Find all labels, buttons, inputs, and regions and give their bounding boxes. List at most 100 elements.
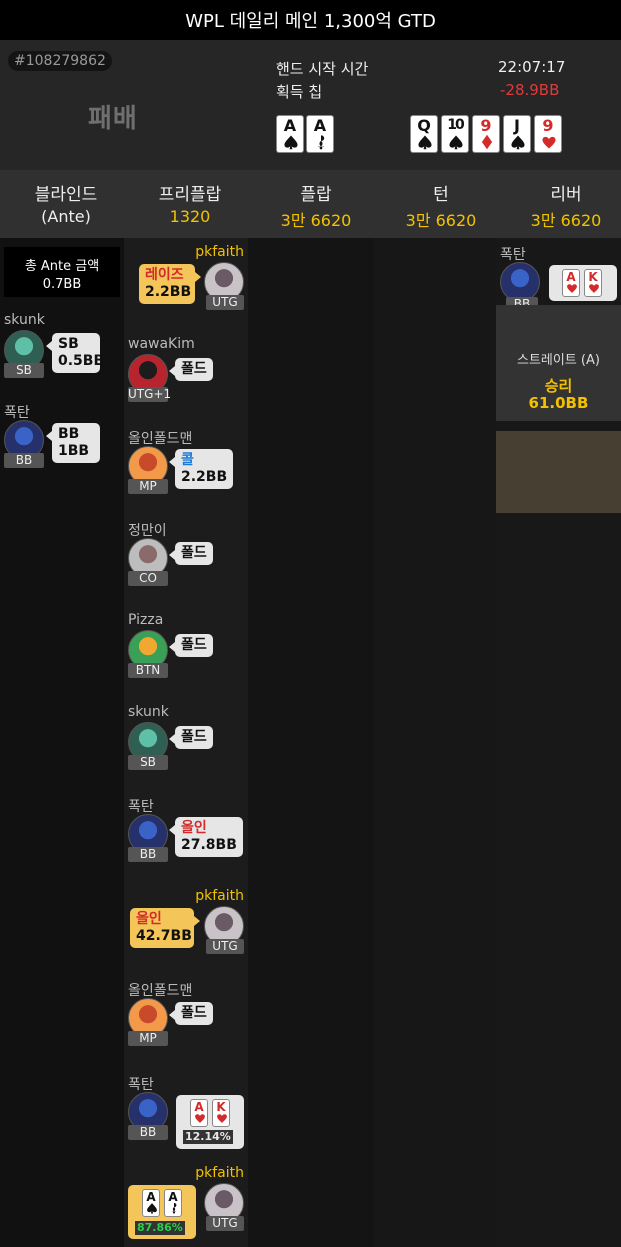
position-badge: MP (128, 479, 168, 494)
spade-icon (511, 135, 525, 150)
player-name: Pizza (128, 612, 164, 628)
heart-icon (567, 284, 577, 293)
action-bubble: 폴드 (169, 634, 213, 657)
spade-icon (147, 1203, 157, 1214)
player-name: 올인폴드맨 (128, 983, 193, 999)
action-amount: 2.2BB (145, 284, 192, 300)
player-name: pkfaith (195, 888, 244, 904)
card-rank: A (283, 116, 297, 135)
action-amount: 2.2BB (181, 469, 228, 485)
position-badge: CO (128, 571, 168, 586)
action-bubble: 폴드 (169, 358, 213, 381)
position-badge: UTG (206, 295, 244, 310)
page-title: WPL 데일리 메인 1,300억 GTD (185, 11, 436, 32)
action-label: 폴드 (181, 637, 207, 653)
action-label: 올인 (181, 820, 207, 836)
action-label: 레이즈 (145, 267, 184, 283)
playing-card: 9 (472, 115, 500, 153)
club-icon (317, 135, 325, 150)
playing-card: A (190, 1099, 208, 1127)
action-label: 콜 (181, 452, 194, 468)
street-turn: 턴 3만 6620 (405, 185, 477, 230)
position-badge: UTG (206, 939, 244, 954)
position-badge: BTN (128, 663, 168, 678)
heart-icon (542, 136, 556, 149)
blinds-column (0, 238, 124, 1247)
winning-hand-name: 스트레이트 (A) (517, 353, 600, 368)
street-river: 리버 3만 6620 (530, 185, 602, 230)
action-bubble: 올인 27.8BB (169, 817, 243, 857)
position-badge: MP (128, 1031, 168, 1046)
loser-box (496, 431, 621, 513)
player-name: 폭탄 (4, 405, 30, 421)
spade-icon (449, 135, 463, 150)
ante-value: 0.7BB (42, 277, 82, 292)
card-rank: 9 (542, 116, 554, 135)
playing-card: A (276, 115, 304, 153)
spade-icon (284, 135, 298, 150)
position-badge: BB (128, 847, 168, 862)
player-name: wawaKim (128, 336, 195, 352)
winner-hole-cards (549, 265, 617, 301)
heart-icon (589, 284, 599, 293)
spade-icon (418, 135, 432, 150)
hand-id-badge: #108279862 (8, 51, 112, 71)
heart-icon (195, 1114, 205, 1123)
card-rank: A (313, 116, 327, 135)
playing-card: J (503, 115, 531, 153)
playing-card: K (212, 1099, 230, 1127)
card-rank: J (514, 116, 520, 135)
action-bubble: 폴드 (169, 542, 213, 565)
chips-value: -28.9BB (500, 81, 560, 99)
action-bubble: 폴드 (169, 1002, 213, 1025)
card-rank: 10 (447, 117, 464, 133)
action-bubble: 폴드 (169, 726, 213, 749)
playing-card: A (142, 1189, 160, 1217)
club-icon (171, 1203, 177, 1214)
flop-column (248, 238, 374, 1247)
blind-amount: 1BB (58, 443, 90, 459)
playing-card: 9 (534, 115, 562, 153)
player-name: 폭탄 (128, 799, 154, 815)
blind-bubble: SB 0.5BB (46, 333, 105, 373)
player-name: skunk (4, 312, 45, 328)
action-amount: 42.7BB (136, 928, 192, 944)
position-badge: UTG (206, 1216, 244, 1231)
action-bubble: 콜 2.2BB (168, 449, 234, 489)
street-preflop: 프리플랍 1320 (158, 185, 222, 226)
card-rank: 9 (480, 116, 492, 135)
start-time-label: 핸드 시작 시간 (276, 60, 369, 78)
ante-box: 총 Ante 금액 0.7BB (4, 247, 120, 297)
player-name: 올인폴드맨 (128, 431, 193, 447)
equity-value: 87.86% (135, 1221, 185, 1235)
avatar (500, 262, 540, 302)
action-bubble: 레이즈 2.2BB (139, 264, 201, 304)
blind-amount: 0.5BB (58, 353, 105, 369)
ante-label: 총 Ante 금액 (24, 259, 100, 274)
action-label: 폴드 (181, 1005, 207, 1021)
diamond-icon (481, 134, 493, 150)
player-name: pkfaith (195, 1165, 244, 1181)
playing-card: 10 (441, 115, 469, 153)
position-badge: BB (4, 453, 44, 468)
playing-card: A (164, 1189, 182, 1217)
playing-card: Q (410, 115, 438, 153)
equity-value: 12.14% (183, 1130, 233, 1144)
position-badge: SB (128, 755, 168, 770)
position-badge: SB (4, 363, 44, 378)
player-name: pkfaith (195, 244, 244, 260)
hand-result: 패배 (88, 104, 138, 134)
win-label: 승리 (544, 377, 573, 395)
player-name: 정만이 (128, 523, 167, 539)
playing-card: K (584, 269, 602, 297)
player-name: 폭탄 (128, 1077, 154, 1093)
action-label: 올인 (136, 911, 162, 927)
blind-bubble: BB 1BB (46, 423, 100, 463)
blind-label: BB (58, 426, 80, 442)
position-badge: UTG+1 (128, 387, 172, 402)
blind-label: SB (58, 336, 79, 352)
action-label: 폴드 (181, 729, 207, 745)
action-label: 폴드 (181, 545, 207, 561)
card-rank: Q (417, 116, 431, 135)
start-time-value: 22:07:17 (498, 58, 566, 76)
